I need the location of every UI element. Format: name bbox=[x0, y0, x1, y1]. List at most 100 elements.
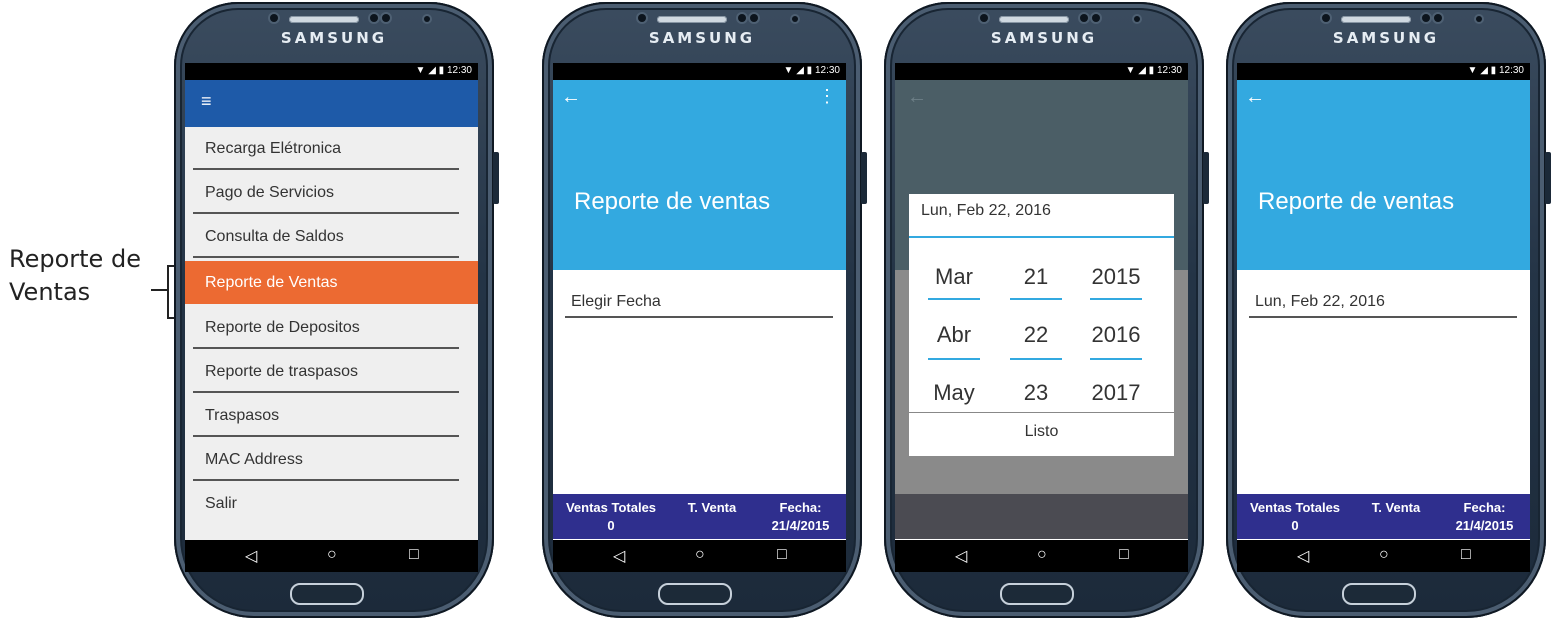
status-bar: ▼ ◢ ▮ 12:30 bbox=[895, 63, 1188, 80]
nav-bar: ◁ ○ □ bbox=[895, 540, 1188, 572]
speaker bbox=[289, 16, 359, 23]
nav-recent-icon[interactable]: □ bbox=[1461, 546, 1471, 564]
brand-logo: SAMSUNG bbox=[648, 29, 756, 47]
dialog-footer-divider bbox=[909, 412, 1174, 413]
home-button[interactable] bbox=[290, 583, 364, 605]
nav-home-icon[interactable]: ○ bbox=[695, 546, 705, 564]
status-bar: ▼ ◢ ▮ 12:30 bbox=[553, 63, 846, 80]
status-time: 12:30 bbox=[1156, 65, 1182, 76]
month-selected[interactable]: Abr bbox=[919, 322, 989, 348]
status-bar: ▼ ◢ ▮ 12:30 bbox=[185, 63, 478, 80]
date-picker-dialog: Lun, Feb 22, 2016 Mar 21 2015 Abr 22 201… bbox=[909, 194, 1174, 456]
nav-home-icon[interactable]: ○ bbox=[1379, 546, 1389, 564]
front-camera-icon bbox=[792, 16, 798, 22]
dialog-title: Lun, Feb 22, 2016 bbox=[921, 202, 1051, 219]
camera-icon bbox=[1322, 14, 1330, 22]
year-selected[interactable]: 2016 bbox=[1081, 322, 1151, 348]
camera-icon bbox=[270, 14, 278, 22]
nav-recent-icon[interactable]: □ bbox=[1119, 546, 1129, 564]
t-venta-label: T. Venta bbox=[687, 500, 737, 515]
nav-bar: ◁ ○ □ bbox=[1237, 540, 1530, 572]
menu-item-consulta-saldos[interactable]: Consulta de Saldos bbox=[193, 215, 459, 258]
nav-recent-icon[interactable]: □ bbox=[409, 546, 419, 564]
month-next[interactable]: May bbox=[919, 380, 989, 406]
back-arrow-icon[interactable]: ← bbox=[561, 86, 581, 109]
t-venta-label: T. Venta bbox=[1371, 500, 1421, 515]
back-arrow-icon[interactable]: ← bbox=[1245, 86, 1265, 109]
nav-bar: ◁ ○ □ bbox=[185, 540, 478, 572]
day-selected[interactable]: 22 bbox=[1001, 322, 1071, 348]
nav-back-icon[interactable]: ◁ bbox=[245, 546, 257, 566]
fecha: Fecha: 21/4/2015 bbox=[755, 499, 846, 535]
more-vert-icon[interactable]: ⋮ bbox=[818, 86, 836, 107]
fecha-label: Fecha: bbox=[1463, 500, 1506, 515]
menu-list: Recarga Elétronica Pago de Servicios Con… bbox=[185, 127, 478, 540]
sensor-icon bbox=[1422, 14, 1430, 22]
nav-home-icon[interactable]: ○ bbox=[327, 546, 337, 564]
menu-item-reporte-traspasos[interactable]: Reporte de traspasos bbox=[193, 350, 459, 393]
menu-item-reporte-depositos[interactable]: Reporte de Depositos bbox=[193, 306, 459, 349]
brand-logo: SAMSUNG bbox=[990, 29, 1098, 47]
menu-item-pago-servicios[interactable]: Pago de Servicios bbox=[193, 171, 459, 214]
nav-home-icon[interactable]: ○ bbox=[1037, 546, 1047, 564]
dialog-divider bbox=[909, 236, 1174, 238]
picker-divider bbox=[1010, 298, 1062, 300]
date-field[interactable]: Lun, Feb 22, 2016 bbox=[1249, 285, 1517, 318]
nav-recent-icon[interactable]: □ bbox=[777, 546, 787, 564]
status-icons: ▼ ◢ ▮ 12:30 bbox=[416, 65, 472, 76]
callout-tick bbox=[151, 289, 167, 291]
day-next[interactable]: 23 bbox=[1001, 380, 1071, 406]
side-button bbox=[1545, 152, 1551, 204]
back-arrow-icon: ← bbox=[907, 86, 927, 108]
screen: ▼ ◢ ▮ 12:30 ← Reporte de ventas Lun, Feb… bbox=[1237, 63, 1530, 572]
menu-item-reporte-ventas[interactable]: Reporte de Ventas bbox=[185, 261, 478, 304]
home-button[interactable] bbox=[658, 583, 732, 605]
signal-icons: ▼ ◢ ▮ bbox=[1467, 65, 1497, 76]
hamburger-menu-icon[interactable]: ≡ bbox=[201, 91, 212, 112]
fecha-label: Fecha: bbox=[779, 500, 822, 515]
phone-menu: SAMSUNG ▼ ◢ ▮ 12:30 ≡ Recarga Elétronica… bbox=[174, 2, 499, 618]
nav-back-icon[interactable]: ◁ bbox=[613, 546, 625, 566]
signal-icons: ▼ ◢ ▮ bbox=[783, 65, 813, 76]
side-button bbox=[861, 152, 867, 204]
menu-item-mac-address[interactable]: MAC Address bbox=[193, 438, 459, 481]
status-icons: ▼ ◢ ▮ 12:30 bbox=[1468, 65, 1524, 76]
nav-bar: ◁ ○ □ bbox=[553, 540, 846, 572]
report-footer: Ventas Totales 0 T. Venta Fecha: 21/4/20… bbox=[553, 494, 846, 539]
ventas-totales: Ventas Totales 0 bbox=[1237, 499, 1353, 535]
speaker bbox=[1341, 16, 1411, 23]
signal-icons: ▼ ◢ ▮ bbox=[1125, 65, 1155, 76]
sensor-icon bbox=[382, 14, 390, 22]
page-title: Reporte de ventas bbox=[574, 188, 771, 215]
reporte-ventas-callout: Reporte de Ventas bbox=[9, 243, 185, 319]
picker-divider bbox=[1090, 358, 1142, 360]
camera-icon bbox=[638, 14, 646, 22]
screen: ▼ ◢ ▮ 12:30 ← Lun, Feb 22, 2016 Mar 21 2… bbox=[895, 63, 1188, 572]
ventas-totales-value: 0 bbox=[607, 518, 615, 533]
day-prev[interactable]: 21 bbox=[1001, 264, 1071, 290]
month-prev[interactable]: Mar bbox=[919, 264, 989, 290]
menu-item-salir[interactable]: Salir bbox=[193, 482, 459, 525]
year-prev[interactable]: 2015 bbox=[1081, 264, 1151, 290]
brand-logo: SAMSUNG bbox=[280, 29, 388, 47]
status-time: 12:30 bbox=[1498, 65, 1524, 76]
brand-logo: SAMSUNG bbox=[1332, 29, 1440, 47]
menu-item-traspasos[interactable]: Traspasos bbox=[193, 394, 459, 437]
home-button[interactable] bbox=[1342, 583, 1416, 605]
nav-back-icon[interactable]: ◁ bbox=[955, 546, 967, 566]
year-next[interactable]: 2017 bbox=[1081, 380, 1151, 406]
dimmed-footer bbox=[895, 494, 1188, 539]
ventas-totales-value: 0 bbox=[1291, 518, 1299, 533]
picker-divider bbox=[928, 358, 980, 360]
nav-back-icon[interactable]: ◁ bbox=[1297, 546, 1309, 566]
status-bar: ▼ ◢ ▮ 12:30 bbox=[1237, 63, 1530, 80]
home-button[interactable] bbox=[1000, 583, 1074, 605]
status-time: 12:30 bbox=[814, 65, 840, 76]
side-button bbox=[1203, 152, 1209, 204]
camera-icon bbox=[980, 14, 988, 22]
fecha-value: 21/4/2015 bbox=[771, 518, 830, 533]
done-button[interactable]: Listo bbox=[909, 423, 1174, 441]
date-field[interactable]: Elegir Fecha bbox=[565, 285, 833, 318]
menu-item-recarga[interactable]: Recarga Elétronica bbox=[193, 127, 459, 170]
picker-divider bbox=[1010, 358, 1062, 360]
